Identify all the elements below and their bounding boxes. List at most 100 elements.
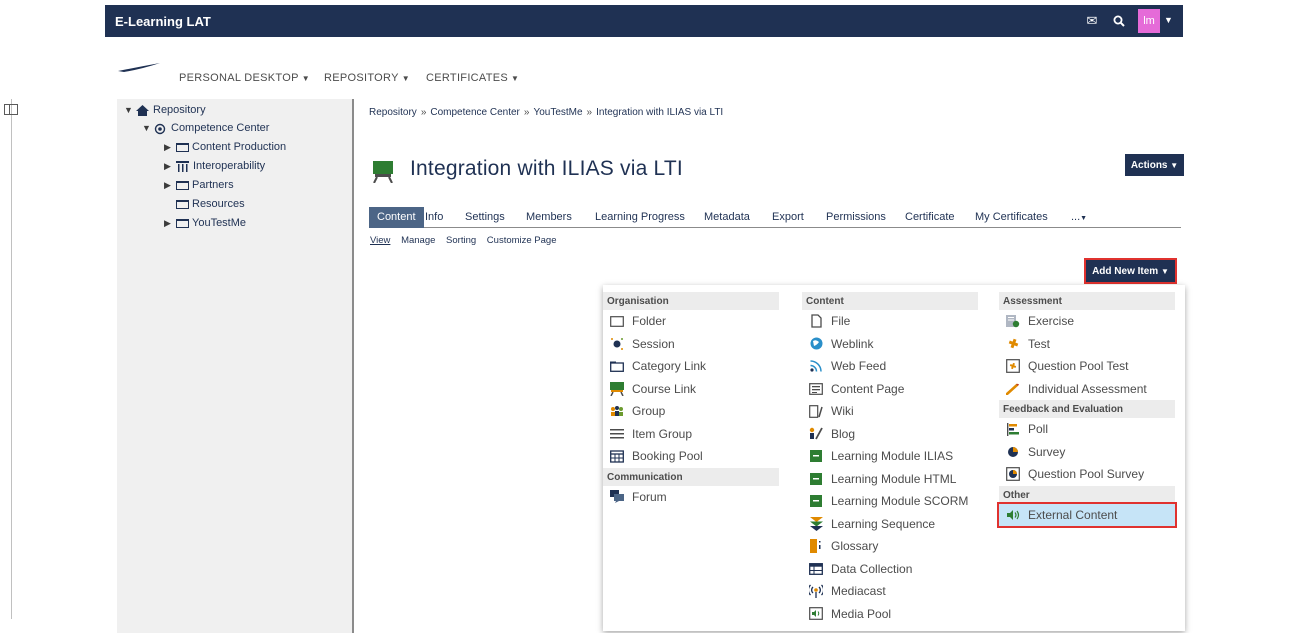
avatar[interactable]: lm (1138, 9, 1160, 33)
folder-icon (176, 180, 189, 190)
mail-icon[interactable]: ✉ (1081, 10, 1103, 32)
breadcrumb-item[interactable]: Repository (369, 107, 417, 118)
menu-item-learning-module-scorm[interactable]: Learning Module SCORM (802, 490, 978, 513)
subtab-customize-page[interactable]: Customize Page (487, 235, 557, 246)
menu-item-booking-pool[interactable]: Booking Pool (603, 445, 779, 468)
tree-item-youtestme[interactable]: ▶ YouTestMe (164, 217, 246, 229)
menu-item-wiki[interactable]: Wiki (802, 400, 978, 423)
tab-export[interactable]: Export (772, 211, 804, 223)
menu-item-media-pool[interactable]: Media Pool (802, 603, 978, 626)
collapsed-triangle-icon[interactable]: ▶ (164, 161, 176, 172)
menu-item-category-link[interactable]: Category Link (603, 355, 779, 378)
tree-item-repository[interactable]: ▼ Repository (124, 104, 206, 116)
menu-item-label: Data Collection (831, 561, 913, 576)
tab-content[interactable]: Content (369, 207, 424, 228)
collapsed-triangle-icon[interactable]: ▶ (164, 142, 176, 153)
menu-item-forum[interactable]: Forum (603, 486, 779, 509)
menu-item-label: Booking Pool (632, 449, 703, 464)
menu-item-learning-module-html[interactable]: Learning Module HTML (802, 468, 978, 491)
breadcrumb-item[interactable]: Integration with ILIAS via LTI (596, 107, 723, 118)
tab-settings[interactable]: Settings (465, 211, 505, 223)
content-column: Content File Weblink Web Feed Content Pa… (802, 292, 978, 625)
nav-certificates[interactable]: CERTIFICATES ▼ (426, 72, 519, 84)
left-strip (0, 99, 12, 619)
question-pool-test-icon (1006, 359, 1020, 374)
menu-item-label: Session (632, 336, 675, 351)
group-icon (610, 404, 624, 418)
category-link-icon (610, 359, 624, 373)
file-icon (809, 314, 823, 328)
subtab-sorting[interactable]: Sorting (446, 235, 476, 246)
tab-members[interactable]: Members (526, 211, 572, 223)
collapsed-triangle-icon[interactable]: ▶ (164, 218, 176, 229)
actions-button[interactable]: Actions ▼ (1125, 154, 1184, 176)
tree-item-resources[interactable]: Resources (176, 198, 245, 210)
logo-icon[interactable] (118, 63, 160, 73)
subtab-view[interactable]: View (370, 235, 390, 246)
learning-module-icon (809, 449, 823, 463)
menu-item-label: Group (632, 404, 666, 419)
subtab-manage[interactable]: Manage (401, 235, 435, 246)
breadcrumb-item[interactable]: Competence Center (430, 107, 520, 118)
menu-item-web-feed[interactable]: Web Feed (802, 355, 978, 378)
nav-repository-label: REPOSITORY (324, 72, 399, 84)
menu-item-label: Glossary (831, 539, 879, 554)
user-menu-caret-icon[interactable]: ▼ (1164, 15, 1173, 25)
tab-metadata[interactable]: Metadata (704, 211, 750, 223)
menu-item-question-pool-test[interactable]: Question Pool Test (999, 355, 1175, 378)
add-new-item-button[interactable]: Add New Item ▼ (1084, 258, 1177, 284)
menu-item-question-pool-survey[interactable]: Question Pool Survey (999, 463, 1175, 486)
menu-item-group[interactable]: Group (603, 400, 779, 423)
tab-my-certificates[interactable]: My Certificates (975, 211, 1048, 223)
menu-item-file[interactable]: File (802, 310, 978, 333)
tree-item-label: Repository (153, 104, 206, 116)
menu-item-item-group[interactable]: Item Group (603, 423, 779, 446)
menu-item-external-content[interactable]: External Content (997, 501, 1177, 528)
menu-item-course-link[interactable]: Course Link (603, 378, 779, 401)
menu-item-weblink[interactable]: Weblink (802, 333, 978, 356)
menu-item-learning-sequence[interactable]: Learning Sequence (802, 513, 978, 536)
menu-item-data-collection[interactable]: Data Collection (802, 558, 978, 581)
expanded-triangle-icon[interactable]: ▼ (124, 105, 136, 115)
nav-repository[interactable]: REPOSITORY ▼ (324, 72, 410, 84)
menu-item-exercise[interactable]: Exercise (999, 310, 1175, 333)
menu-item-survey[interactable]: Survey (999, 441, 1175, 464)
menu-item-session[interactable]: Session (603, 333, 779, 356)
menu-item-test[interactable]: Test (999, 333, 1175, 356)
tab-permissions[interactable]: Permissions (826, 211, 886, 223)
menu-item-label: Learning Module HTML (831, 471, 957, 486)
tree-item-partners[interactable]: ▶ Partners (164, 179, 234, 191)
menu-item-content-page[interactable]: Content Page (802, 378, 978, 401)
assessment-column: Assessment Exercise Test Question Pool T… (997, 292, 1177, 528)
expanded-triangle-icon[interactable]: ▼ (142, 123, 154, 133)
menu-item-glossary[interactable]: Glossary (802, 535, 978, 558)
tab-more[interactable]: ...▼ (1071, 211, 1087, 223)
tree-item-label: Content Production (192, 141, 287, 153)
menu-item-poll[interactable]: Poll (999, 418, 1175, 441)
tree-item-competence-center[interactable]: ▼ Competence Center (142, 122, 269, 135)
breadcrumb-item[interactable]: YouTestMe (533, 107, 582, 118)
folder-icon (176, 199, 189, 209)
tab-certificate[interactable]: Certificate (905, 211, 955, 223)
tab-more-label: ... (1071, 211, 1081, 223)
menu-item-individual-assessment[interactable]: Individual Assessment (999, 378, 1175, 401)
tree-item-content-production[interactable]: ▶ Content Production (164, 141, 286, 153)
tab-learning-progress[interactable]: Learning Progress (595, 211, 685, 223)
nav-personal-desktop[interactable]: PERSONAL DESKTOP ▼ (179, 72, 310, 84)
app-title[interactable]: E-Learning LAT (115, 14, 211, 29)
menu-item-folder[interactable]: Folder (603, 310, 779, 333)
tab-info[interactable]: Info (425, 211, 443, 223)
tree-toggle-icon[interactable] (4, 104, 18, 115)
tree-item-interoperability[interactable]: ▶ Interoperability (164, 160, 265, 172)
menu-item-learning-module-ilias[interactable]: Learning Module ILIAS (802, 445, 978, 468)
main-navigation: PERSONAL DESKTOP ▼ REPOSITORY ▼ CERTIFICAT… (0, 37, 1292, 99)
collapsed-triangle-icon[interactable]: ▶ (164, 180, 176, 191)
chevron-down-icon: ▼ (1080, 215, 1088, 222)
group-header-feedback: Feedback and Evaluation (999, 400, 1175, 418)
search-icon[interactable] (1108, 10, 1130, 32)
menu-item-blog[interactable]: Blog (802, 423, 978, 446)
tree-item-label: YouTestMe (192, 217, 247, 229)
menu-item-label: Learning Module SCORM (831, 494, 969, 509)
menu-item-mediacast[interactable]: Mediacast (802, 580, 978, 603)
survey-icon (1006, 445, 1020, 459)
